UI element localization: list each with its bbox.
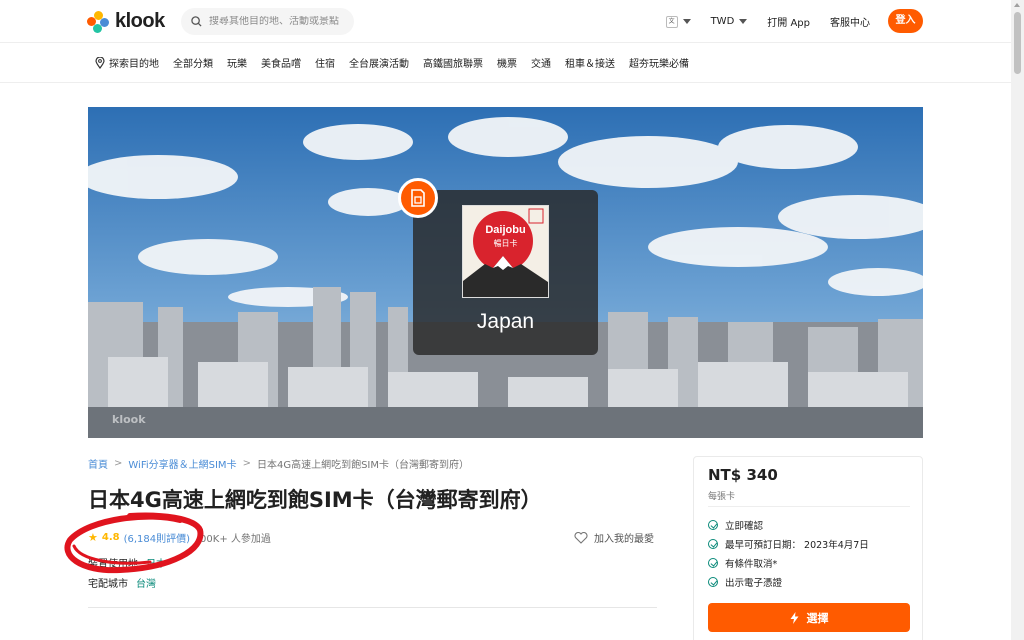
search-input[interactable] <box>209 16 349 27</box>
check-circle-icon <box>708 577 718 587</box>
delivery-city-label: 宅配城市 <box>88 579 128 590</box>
feature-instant-confirm: 立即確認 <box>708 518 763 532</box>
page-title: 日本4G高速上網吃到飽SIM卡（台灣郵寄到府） <box>88 488 542 512</box>
explore-destinations[interactable]: 探索目的地 <box>95 55 159 70</box>
check-circle-icon <box>708 558 718 568</box>
explore-label: 探索目的地 <box>109 59 159 70</box>
feature-label: 最早可預訂日期： 2023年4月7日 <box>725 540 869 551</box>
category-shows[interactable]: 全台展演活動 <box>349 55 409 70</box>
card-divider <box>708 506 910 507</box>
sim-brand-text: Daijobu <box>485 224 526 236</box>
booking-price-card: NT$ 340 每張卡 立即確認 最早可預訂日期： 2023年4月7日 有條件取… <box>693 456 923 640</box>
header-nav: 文 TWD 打開 App 客服中心 註冊 <box>665 0 910 43</box>
feature-e-voucher: 出示電子憑證 <box>708 575 782 589</box>
currency-label: TWD <box>710 16 735 27</box>
category-stay[interactable]: 住宿 <box>315 55 335 70</box>
feature-earliest-date: 最早可預訂日期： 2023年4月7日 <box>708 537 869 551</box>
reviews-link[interactable]: (6,184則評價) <box>124 530 190 545</box>
location-pin-icon <box>95 56 105 69</box>
price-unit: 每張卡 <box>708 492 736 502</box>
device-location-label: 裝置使用地 <box>88 559 138 570</box>
device-location-value: 日本 <box>146 559 166 570</box>
select-button[interactable]: 選擇 <box>708 603 910 632</box>
sim-card-badge-icon <box>398 178 438 218</box>
language-selector[interactable]: 文 <box>665 15 691 28</box>
daijobu-sim-package-image <box>462 205 549 298</box>
wishlist-label: 加入我的最愛 <box>594 534 654 545</box>
heart-icon <box>574 531 588 544</box>
breadcrumb-separator: > <box>242 458 251 469</box>
breadcrumb-home[interactable]: 首頁 <box>88 456 108 471</box>
select-label: 選擇 <box>806 611 829 625</box>
category-transport[interactable]: 交通 <box>531 55 551 70</box>
booked-count: 00K+ 人參加過 <box>200 534 271 545</box>
category-flights[interactable]: 機票 <box>497 55 517 70</box>
page: klook 文 TWD 打開 App 客服中心 註冊 登入 <box>0 0 1024 640</box>
search-icon <box>191 16 202 27</box>
sim-subtitle-text: 暢日卡 <box>493 239 518 248</box>
section-divider <box>88 607 657 608</box>
open-app-link[interactable]: 打開 App <box>767 14 810 29</box>
category-car-rental[interactable]: 租車＆接送 <box>565 55 615 70</box>
breadcrumb: 首頁 > WiFi分享器＆上網SIM卡 > 日本4G高速上網吃到飽SIM卡（台灣… <box>88 456 469 471</box>
feature-label: 有條件取消* <box>725 559 778 570</box>
top-header: klook 文 TWD 打開 App 客服中心 註冊 登入 <box>0 0 1011 43</box>
category-all[interactable]: 全部分類 <box>173 55 213 70</box>
add-to-wishlist-button[interactable]: 加入我的最愛 <box>574 530 654 545</box>
page-scrollbar[interactable] <box>1011 0 1024 640</box>
breadcrumb-current: 日本4G高速上網吃到飽SIM卡（台灣郵寄到府） <box>256 460 470 471</box>
price-value: NT$ 340 <box>708 466 778 484</box>
search-bar[interactable] <box>181 8 354 35</box>
feature-label: 出示電子憑證 <box>725 578 783 589</box>
feature-label: 立即確認 <box>725 521 764 532</box>
category-hsr-pass[interactable]: 高鐵國旅聯票 <box>423 55 483 70</box>
login-button[interactable]: 登入 <box>888 9 923 33</box>
category-play[interactable]: 玩樂 <box>227 55 247 70</box>
chevron-down-icon <box>682 19 691 24</box>
scroll-up-arrow-icon[interactable] <box>1014 3 1020 7</box>
help-center-link[interactable]: 客服中心 <box>830 14 870 29</box>
category-bar: 探索目的地 全部分類 玩樂 美食品嚐 住宿 全台展演活動 高鐵國旅聯票 機票 交… <box>0 43 1011 83</box>
check-circle-icon <box>708 539 718 549</box>
klook-logo[interactable]: klook <box>87 10 165 33</box>
logo-text: klook <box>115 10 165 32</box>
rating-score: 4.8 <box>101 532 120 543</box>
breadcrumb-separator: > <box>114 458 123 469</box>
device-location-row: 裝置使用地 日本 <box>88 555 166 570</box>
lightning-icon <box>790 611 798 624</box>
breadcrumb-category[interactable]: WiFi分享器＆上網SIM卡 <box>128 456 236 471</box>
chevron-down-icon <box>739 19 748 24</box>
category-food[interactable]: 美食品嚐 <box>261 55 301 70</box>
check-circle-icon <box>708 520 718 530</box>
delivery-city-value: 台灣 <box>136 579 156 590</box>
feature-cancellation: 有條件取消* <box>708 556 777 570</box>
rating-row: ★ 4.8 (6,184則評價) 00K+ 人參加過 <box>88 530 271 545</box>
scrollbar-thumb[interactable] <box>1014 12 1021 74</box>
klook-logo-icon <box>87 10 109 33</box>
currency-selector[interactable]: TWD <box>711 16 748 27</box>
banner-card-title: Japan <box>476 310 535 333</box>
language-icon: 文 <box>665 15 678 28</box>
delivery-city-row: 宅配城市 台灣 <box>88 575 156 590</box>
category-must-haves[interactable]: 超夯玩樂必備 <box>629 55 689 70</box>
star-icon: ★ <box>88 531 98 544</box>
banner-watermark: klook <box>112 413 146 426</box>
